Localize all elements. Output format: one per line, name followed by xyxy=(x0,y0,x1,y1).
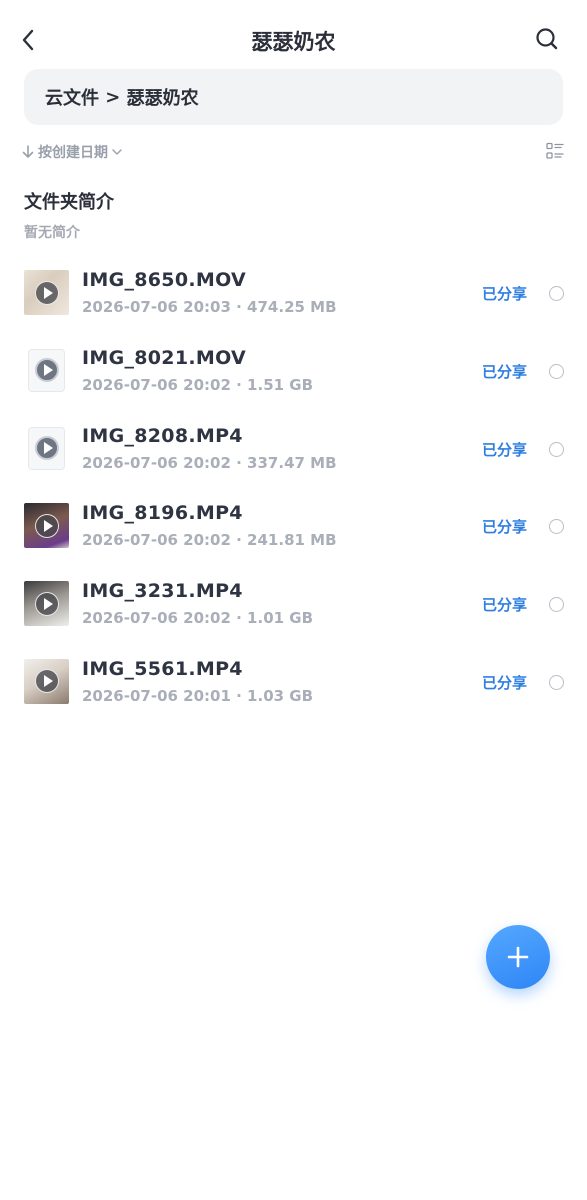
top-bar: 瑟瑟奶农 xyxy=(0,0,587,80)
chevron-down-icon xyxy=(112,148,122,156)
file-name: IMG_8650.MOV xyxy=(82,269,247,291)
arrow-down-icon xyxy=(22,145,34,159)
sort-label: 按创建日期 xyxy=(38,145,108,161)
folder-intro-title: 文件夹简介 xyxy=(24,192,114,213)
play-icon xyxy=(34,513,59,538)
video-thumbnail xyxy=(24,658,69,704)
select-radio[interactable] xyxy=(549,363,564,379)
play-icon xyxy=(34,591,59,616)
breadcrumb: 云文件 > 瑟瑟奶农 xyxy=(24,69,563,125)
view-toggle-button[interactable] xyxy=(545,141,565,161)
play-icon xyxy=(34,280,59,305)
file-name: IMG_3231.MP4 xyxy=(82,580,243,603)
search-icon xyxy=(536,28,558,50)
breadcrumb-separator: > xyxy=(99,86,127,108)
video-thumbnail xyxy=(24,581,69,627)
file-meta: 2026-07-06 20:02 · 1.01 GB xyxy=(82,609,314,628)
file-row[interactable]: IMG_8650.MOV 2026-07-06 20:03 · 474.25 M… xyxy=(0,255,587,333)
breadcrumb-root[interactable]: 云文件 xyxy=(45,84,99,110)
play-icon xyxy=(34,436,59,461)
video-thumbnail xyxy=(24,270,69,315)
file-row[interactable]: IMG_8196.MP4 2026-07-06 20:02 · 241.81 M… xyxy=(0,488,587,566)
video-thumbnail xyxy=(24,503,69,549)
file-name: IMG_8208.MP4 xyxy=(82,424,243,447)
file-name: IMG_5561.MP4 xyxy=(82,657,243,680)
breadcrumb-current: 瑟瑟奶农 xyxy=(126,88,199,109)
select-radio[interactable] xyxy=(549,597,564,613)
shared-status: 已分享 xyxy=(482,518,528,537)
plus-icon xyxy=(507,946,529,968)
sort-selector[interactable]: 按创建日期 xyxy=(22,140,122,164)
select-radio[interactable] xyxy=(549,519,564,535)
file-row[interactable]: IMG_8208.MP4 2026-07-06 20:02 · 337.47 M… xyxy=(0,411,587,489)
select-radio[interactable] xyxy=(549,674,564,690)
file-meta: 2026-07-06 20:01 · 1.03 GB xyxy=(82,686,314,705)
file-meta: 2026-07-06 20:02 · 241.81 MB xyxy=(82,531,337,550)
file-list: IMG_8650.MOV 2026-07-06 20:03 · 474.25 M… xyxy=(0,255,587,722)
file-meta: 2026-07-06 20:02 · 1.51 GB xyxy=(82,375,314,394)
folder-intro-text: 暂无简介 xyxy=(24,225,80,241)
file-name: IMG_8021.MOV xyxy=(82,346,247,369)
file-row[interactable]: IMG_5561.MP4 2026-07-06 20:01 · 1.03 GB … xyxy=(0,644,587,722)
video-file-icon xyxy=(24,348,69,393)
shared-status: 已分享 xyxy=(482,596,528,615)
shared-status: 已分享 xyxy=(482,285,528,303)
page-title: 瑟瑟奶农 xyxy=(251,30,336,54)
add-button[interactable] xyxy=(486,925,550,989)
shared-status: 已分享 xyxy=(482,673,528,692)
play-icon xyxy=(34,669,59,694)
shared-status: 已分享 xyxy=(482,440,528,459)
file-row[interactable]: IMG_8021.MOV 2026-07-06 20:02 · 1.51 GB … xyxy=(0,333,587,411)
video-file-icon xyxy=(24,426,69,471)
file-row[interactable]: IMG_3231.MP4 2026-07-06 20:02 · 1.01 GB … xyxy=(0,566,587,644)
search-button[interactable] xyxy=(533,25,561,53)
shared-status: 已分享 xyxy=(482,362,528,381)
play-icon xyxy=(34,358,59,383)
list-view-icon xyxy=(546,142,564,159)
file-meta: 2026-07-06 20:03 · 474.25 MB xyxy=(82,298,337,316)
file-meta: 2026-07-06 20:02 · 337.47 MB xyxy=(82,453,337,472)
select-radio[interactable] xyxy=(549,441,564,457)
select-radio[interactable] xyxy=(549,286,564,301)
file-name: IMG_8196.MP4 xyxy=(82,502,243,525)
